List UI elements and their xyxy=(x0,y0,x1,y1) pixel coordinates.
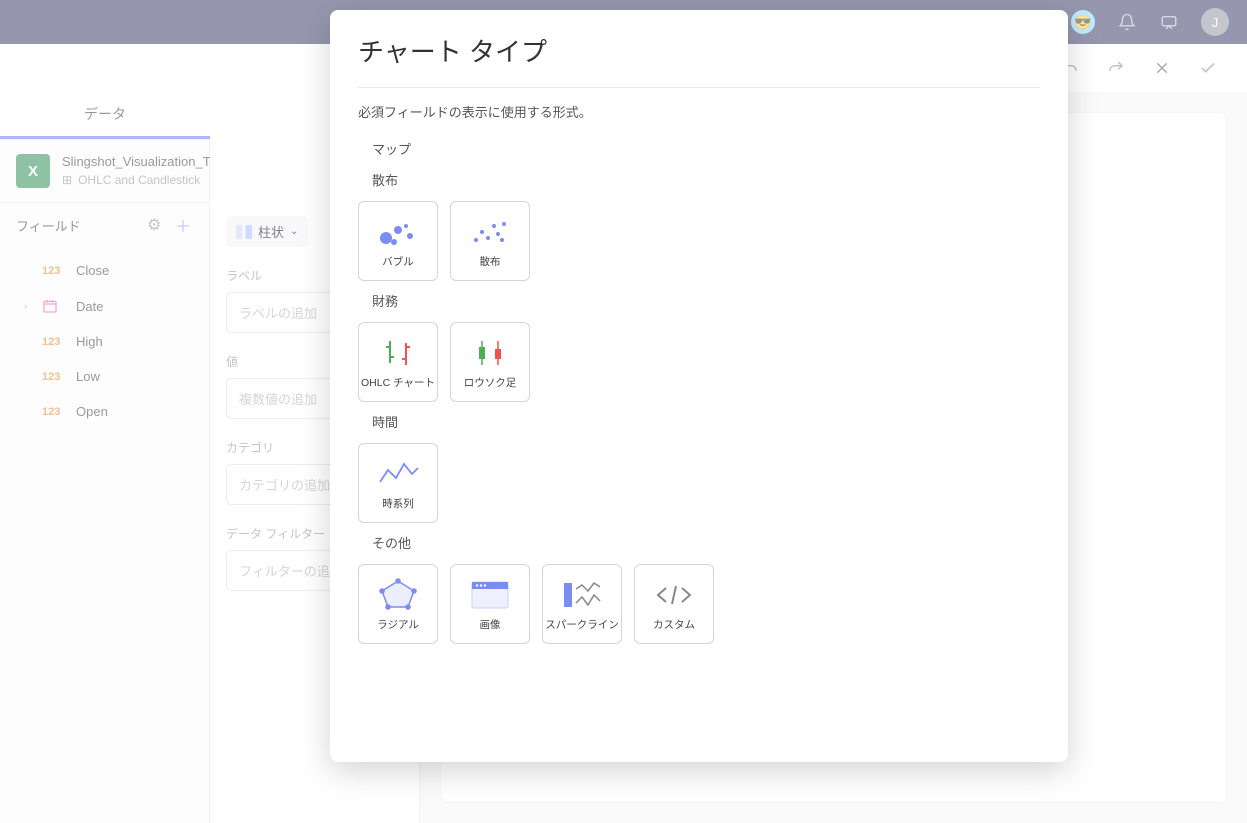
modal-title: チャート タイプ xyxy=(358,32,1040,69)
chart-option-candlestick[interactable]: ロウソク足 xyxy=(450,322,530,402)
timeseries-icon xyxy=(376,455,420,493)
card-label: スパークライン xyxy=(545,620,619,632)
group-financial: 財務 xyxy=(372,291,1040,310)
candlestick-icon xyxy=(468,334,512,372)
group-scatter: 散布 xyxy=(372,170,1040,189)
radial-icon xyxy=(376,576,420,614)
card-label: OHLC チャート xyxy=(361,378,435,390)
image-icon xyxy=(468,576,512,614)
card-label: 時系列 xyxy=(382,499,414,511)
chart-option-custom[interactable]: カスタム xyxy=(634,564,714,644)
divider xyxy=(358,87,1040,88)
card-label: ラジアル xyxy=(377,620,419,632)
chart-option-sparkline[interactable]: スパークライン xyxy=(542,564,622,644)
card-label: バブル xyxy=(382,257,414,269)
sparkline-icon xyxy=(560,576,604,614)
ohlc-icon xyxy=(376,334,420,372)
group-other: その他 xyxy=(372,533,1040,552)
custom-icon xyxy=(652,576,696,614)
bubble-icon xyxy=(376,213,420,251)
card-label: カスタム xyxy=(653,620,695,632)
scatter-icon xyxy=(468,213,512,251)
group-map: マップ xyxy=(372,139,1040,158)
card-label: 散布 xyxy=(480,257,501,269)
chart-type-modal: チャート タイプ 必須フィールドの表示に使用する形式。 マップ 散布 バブル 散… xyxy=(330,10,1068,762)
chart-option-radial[interactable]: ラジアル xyxy=(358,564,438,644)
chart-option-ohlc[interactable]: OHLC チャート xyxy=(358,322,438,402)
chart-option-timeseries[interactable]: 時系列 xyxy=(358,443,438,523)
modal-subtitle: 必須フィールドの表示に使用する形式。 xyxy=(358,102,1040,121)
group-time: 時間 xyxy=(372,412,1040,431)
card-label: ロウソク足 xyxy=(464,378,517,390)
chart-option-image[interactable]: 画像 xyxy=(450,564,530,644)
chart-option-scatter[interactable]: 散布 xyxy=(450,201,530,281)
card-label: 画像 xyxy=(480,620,501,632)
chart-option-bubble[interactable]: バブル xyxy=(358,201,438,281)
